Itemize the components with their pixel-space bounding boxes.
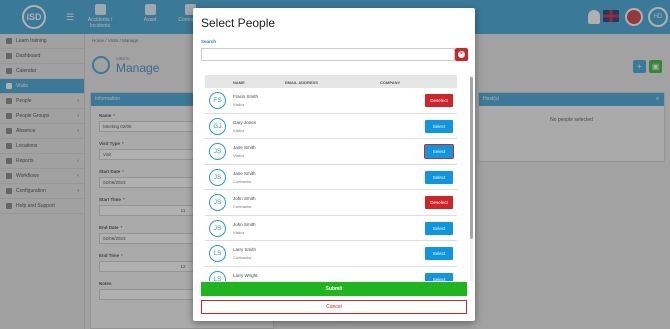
person-row: JS John Smith Visitor Select [205, 216, 457, 241]
scrollbar[interactable] [470, 75, 473, 281]
column-header-name: NAME [233, 79, 245, 85]
person-initials-avatar: FS [209, 92, 226, 109]
person-row: JS Jane Smith Contractor Select [205, 165, 457, 190]
search-label: Search [201, 39, 217, 44]
search-clear-button[interactable]: × [455, 48, 468, 61]
person-initials-avatar: GJ [209, 117, 226, 135]
person-initials-avatar: JS [209, 168, 226, 186]
person-role: Contractor [233, 204, 252, 209]
person-initials-avatar: JS [209, 194, 226, 211]
person-row: FS Fracis Smith Visitor Deselect [205, 88, 457, 114]
person-role: Visitor [233, 229, 245, 235]
clear-icon: × [458, 51, 465, 58]
person-name: Jane Smith [233, 170, 256, 176]
scrollbar-thumb[interactable] [470, 77, 473, 239]
person-initials-avatar: LS [209, 245, 226, 262]
person-name: Gary Jones [233, 119, 257, 125]
person-initials-avatar: LS [209, 270, 226, 281]
person-name: John Smith [233, 196, 256, 201]
person-name: Larry Smith [233, 247, 257, 252]
person-row: LS Larry Smith Contractor Select [205, 241, 457, 267]
deselect-button[interactable]: Deselect [425, 94, 453, 107]
modal-title: Select People [201, 16, 276, 30]
select-button[interactable]: Select [425, 170, 453, 184]
person-name: John Smith [233, 221, 256, 227]
column-header-email: EMAIL ADDRESS [285, 79, 318, 85]
deselect-button[interactable]: Deselect [425, 196, 453, 209]
person-row: JS John Smith Contractor Deselect [205, 190, 457, 216]
person-role: Contractor [233, 178, 252, 184]
select-button[interactable]: Select [425, 272, 453, 281]
select-button[interactable]: Select [424, 144, 454, 159]
person-initials-avatar: JS [209, 219, 226, 237]
person-row: JS Jane Smith Visitor Select [205, 139, 457, 165]
people-list[interactable]: NAME EMAIL ADDRESS COMPANY FS Fracis Smit… [205, 75, 457, 281]
search-input[interactable] [201, 48, 455, 61]
people-list-header: NAME EMAIL ADDRESS COMPANY [205, 75, 457, 88]
select-people-modal: Select People Search × NAME EMAIL ADDRES… [193, 8, 475, 321]
select-button[interactable]: Select [425, 119, 453, 133]
person-role: Visitor [233, 153, 245, 158]
cancel-button[interactable]: Cancel [201, 300, 467, 314]
person-role: Contractor [233, 255, 252, 260]
person-initials-avatar: JS [209, 143, 226, 160]
person-role: Visitor [233, 102, 245, 107]
person-name: Fracis Smith [233, 94, 259, 99]
person-row: GJ Gary Jones Visitor Select [205, 114, 457, 139]
person-name: Jane Smith [233, 145, 256, 150]
person-role: Visitor [233, 127, 245, 133]
select-button[interactable]: Select [425, 247, 453, 260]
submit-button[interactable]: Submit [201, 282, 467, 296]
select-button[interactable]: Select [425, 221, 453, 235]
person-name: Larry Wright [233, 272, 258, 278]
column-header-company: COMPANY [380, 79, 401, 85]
person-row: LS Larry Wright Select [205, 267, 457, 281]
